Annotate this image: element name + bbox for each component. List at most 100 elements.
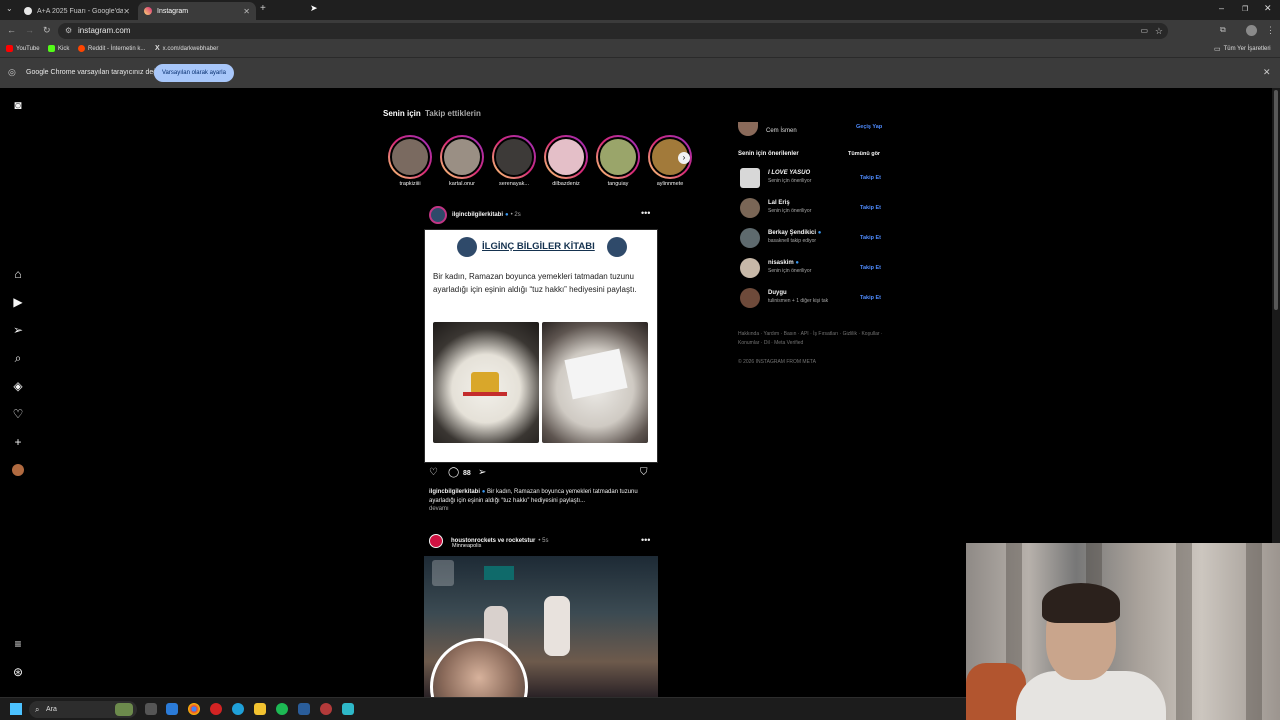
suggestion-name[interactable]: Lal Eriş (768, 200, 811, 206)
comment-icon[interactable]: ◯ (448, 467, 459, 478)
suggestion-avatar[interactable] (740, 258, 760, 278)
bookmark-reddit[interactable]: Reddit - İnternetin k... (78, 45, 145, 52)
spotify-icon[interactable] (276, 703, 288, 715)
follow-button[interactable]: Takip Et (860, 205, 881, 211)
file-explorer-icon[interactable] (254, 703, 266, 715)
cast-icon[interactable]: ▭ (1140, 23, 1148, 39)
close-infobar-icon[interactable]: ✕ (1263, 67, 1271, 78)
current-username[interactable]: Cem İsmen (766, 128, 797, 134)
windows-taskbar: ⌕ Ara (0, 697, 966, 720)
post-image[interactable]: İLGİNÇ BİLGİLER KİTABI Bir kadın, Ramaza… (424, 229, 658, 463)
set-default-button[interactable]: Varsayılan olarak ayarla (154, 64, 234, 82)
threads-icon[interactable]: ⊛ (11, 665, 25, 679)
app-icon[interactable] (166, 703, 178, 715)
reload-icon[interactable]: ↻ (43, 25, 51, 36)
address-bar[interactable]: ⚙ instagram.com ▭ ☆ (58, 23, 1168, 39)
story-item[interactable]: tanguiay (595, 135, 641, 187)
opera-taskbar-icon[interactable] (210, 703, 222, 715)
switch-account-link[interactable]: Geçiş Yap (856, 124, 882, 130)
notifications-heart-icon[interactable]: ♡ (11, 407, 25, 421)
new-tab-icon[interactable]: + (260, 3, 266, 14)
close-window-icon[interactable]: ✕ (1264, 3, 1272, 14)
post-location[interactable]: Minneapolis (452, 543, 481, 549)
tab-for-you[interactable]: Senin için (383, 109, 421, 118)
caption-username[interactable]: ilgincbilgilerkitabi (429, 489, 480, 495)
post-username[interactable]: ilgincbilgilerkitabi (452, 212, 503, 218)
create-icon[interactable]: + (11, 435, 25, 449)
follow-button[interactable]: Takip Et (860, 175, 881, 181)
profile-avatar[interactable] (12, 464, 24, 476)
suggestion-avatar[interactable] (740, 168, 760, 188)
back-icon[interactable]: ← (7, 25, 16, 35)
suggestion-item: I LOVE YASUO Senin için öneriliyor (768, 170, 811, 184)
task-view-icon[interactable] (145, 703, 157, 715)
explore-icon[interactable]: ◈ (11, 379, 25, 393)
windows-start-icon[interactable] (10, 703, 22, 715)
follow-button[interactable]: Takip Et (860, 235, 881, 241)
story-item[interactable]: dilbazdeniz (543, 135, 589, 187)
like-heart-icon[interactable]: ♡ (429, 467, 438, 478)
menu-kebab-icon[interactable]: ⋮ (1266, 25, 1275, 36)
story-item[interactable]: serenayak... (491, 135, 537, 187)
suggestion-name[interactable]: Duygu (768, 290, 828, 296)
follow-button[interactable]: Takip Et (860, 295, 881, 301)
reels-icon[interactable]: ▶ (11, 295, 25, 309)
see-all-link[interactable]: Tümünü gör (848, 151, 880, 157)
scrollbar-thumb[interactable] (1274, 90, 1278, 310)
home-icon[interactable]: ⌂ (11, 267, 25, 281)
instagram-logo-icon[interactable]: ◙ (11, 98, 25, 112)
cursor-icon: ➤ (310, 3, 318, 13)
suggestion-item: Lal Eriş Senin için öneriliyor (768, 200, 811, 214)
suggestion-name[interactable]: nisaskim ● (768, 260, 811, 266)
post-options-icon[interactable]: ••• (641, 535, 650, 545)
story-item[interactable]: trapkiziiii (387, 135, 433, 187)
chrome-taskbar-icon[interactable] (188, 703, 200, 715)
messages-icon[interactable]: ➢ (11, 323, 25, 337)
taskbar-search[interactable]: ⌕ Ara (29, 701, 137, 718)
left-nav: ◙ ⌂ ▶ ➢ ⌕ ◈ ♡ + ≡ ⊛ (0, 88, 36, 697)
suggestion-avatar[interactable] (740, 288, 760, 308)
close-tab-icon[interactable]: ✕ (123, 7, 130, 16)
search-icon[interactable]: ⌕ (11, 351, 25, 365)
bookmark-x[interactable]: X x.com/darkwebhaber (155, 45, 218, 52)
post-author-avatar[interactable] (429, 534, 443, 548)
profile-avatar-icon[interactable] (1246, 25, 1257, 36)
app-icon[interactable] (342, 703, 354, 715)
red-ribbon (463, 392, 507, 396)
current-user-avatar[interactable] (738, 122, 758, 136)
youtube-icon (6, 45, 13, 52)
save-bookmark-icon[interactable]: ⛉ (640, 467, 648, 478)
extensions-icon[interactable]: ⧉ (1220, 25, 1226, 35)
share-icon[interactable]: ➢ (478, 467, 486, 478)
stories-next-icon[interactable]: › (678, 152, 690, 164)
minimize-icon[interactable]: – (1219, 3, 1224, 13)
post-video[interactable] (424, 556, 658, 697)
bookmark-star-icon[interactable]: ☆ (1155, 23, 1163, 39)
restore-icon[interactable]: ❐ (1242, 5, 1248, 13)
caption-more-link[interactable]: devamı (429, 506, 449, 512)
follow-button[interactable]: Takip Et (860, 265, 881, 271)
suggestion-avatar[interactable] (740, 198, 760, 218)
all-bookmarks[interactable]: ▭ Tüm Yer İşaretleri (1214, 45, 1271, 53)
tab-search-icon[interactable]: ⌄ (6, 4, 13, 13)
story-item[interactable]: kartal.onur (439, 135, 485, 187)
story-avatar (494, 137, 534, 177)
post-options-icon[interactable]: ••• (641, 208, 650, 218)
suggestion-name[interactable]: I LOVE YASUO (768, 170, 811, 176)
tab-google[interactable]: A+A 2025 Fuarı - Google'da Ar ✕ (18, 2, 136, 20)
forward-icon[interactable]: → (25, 25, 34, 35)
post-author-avatar[interactable] (429, 206, 447, 224)
more-menu-icon[interactable]: ≡ (11, 637, 25, 651)
tab-instagram[interactable]: Instagram ✕ (138, 2, 256, 20)
close-tab-icon[interactable]: ✕ (243, 7, 250, 16)
suggestion-avatar[interactable] (740, 228, 760, 248)
bookmark-youtube[interactable]: YouTube (6, 45, 40, 52)
footer-links[interactable]: Hakkında · Yardım · Basın · API · İş Fır… (738, 330, 888, 348)
app-icon[interactable] (320, 703, 332, 715)
edge-taskbar-icon[interactable] (232, 703, 244, 715)
tab-following[interactable]: Takip ettiklerin (425, 109, 481, 118)
steam-icon[interactable] (298, 703, 310, 715)
bookmark-kick[interactable]: Kick (48, 45, 69, 52)
suggestion-name[interactable]: Berkay Şendikici ● (768, 230, 821, 236)
site-info-icon[interactable]: ⚙ (65, 23, 72, 39)
